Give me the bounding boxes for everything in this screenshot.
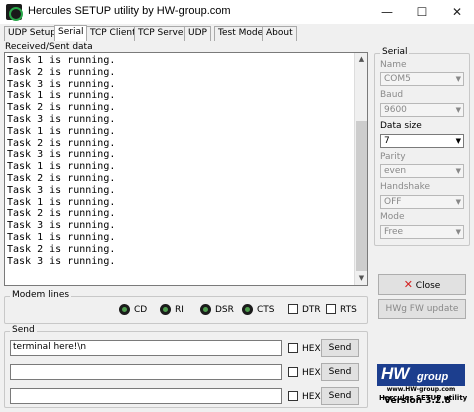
received-data-textarea[interactable]: Task 1 is running. Task 2 is running. Ta… [4,52,368,286]
serial-title: Serial [380,47,410,57]
chevron-down-icon: ▼ [455,106,461,114]
hex-label-3: HEX [302,392,321,402]
handshake-value: OFF [384,197,402,207]
terminal-line: Task 1 is running. [7,161,116,173]
logo-url: www.HW-group.com [386,386,456,393]
tab-serial[interactable]: Serial [54,25,88,41]
close-port-label: Close [415,281,441,291]
dtr-label: DTR [302,305,321,315]
parity-select[interactable]: even ▼ [380,164,464,178]
hex-checkbox-2[interactable] [288,367,298,377]
mode-label: Mode [380,212,405,222]
parity-value: even [384,166,407,176]
send-input-2[interactable] [10,364,282,380]
mode-select[interactable]: Free ▼ [380,225,464,239]
hex-label-2: HEX [302,368,321,378]
tab-udp[interactable]: UDP [184,26,211,41]
vertical-scrollbar[interactable]: ▲ ▼ [354,53,367,285]
window-title: Hercules SETUP utility by HW-group.com [28,5,231,17]
scrollbar-thumb[interactable] [356,121,367,271]
terminal-line: Task 1 is running. [7,125,116,137]
baud-value: 9600 [384,105,407,115]
scroll-down-arrow-icon[interactable]: ▼ [355,272,368,285]
close-window-button[interactable]: ✕ [440,0,474,24]
terminal-line: Task 3 is running. [7,184,116,196]
dtr-checkbox[interactable] [288,304,298,314]
data-size-label: Data size [380,121,422,131]
hex-checkbox-3[interactable] [288,391,298,401]
terminal-line: Task 3 is running. [7,220,116,232]
send-button-1[interactable]: Send [321,339,359,357]
terminal-line: Task 1 is running. [7,196,116,208]
tab-tcp-client[interactable]: TCP Client [86,26,140,41]
baud-label: Baud [380,90,404,100]
tab-test-mode[interactable]: Test Mode [214,26,268,41]
tab-udp-setup[interactable]: UDP Setup [4,26,61,41]
logo-banner: HW group [377,364,465,386]
logo-hw-text: HW [381,364,410,383]
logo-group-text: group [417,371,449,383]
data-size-select[interactable]: 7 ▼ [380,134,464,148]
terminal-line: Task 2 is running. [7,137,116,149]
terminal-line: Task 3 is running. [7,113,116,125]
mode-value: Free [384,227,404,237]
terminal-line: Task 1 is running. [7,55,116,66]
received-data-lines: Task 1 is running. Task 2 is running. Ta… [7,55,115,267]
dsr-led-icon [200,304,211,315]
dsr-label: DSR [215,305,234,315]
terminal-line: Task 2 is running. [7,172,116,184]
version-label: Version 3.2.8 [384,396,451,406]
terminal-line: Task 2 is running. [7,243,116,255]
hercules-app-icon [6,4,23,21]
cts-label: CTS [257,305,275,315]
close-x-icon: ✕ [403,278,413,291]
terminal-line: Task 1 is running. [7,90,116,102]
chevron-down-icon: ▼ [455,75,461,83]
minimize-button[interactable]: — [370,0,404,24]
send-input-3[interactable] [10,388,282,404]
chevron-down-icon: ▼ [455,198,461,206]
modem-lines-title: Modem lines [10,290,72,300]
tab-tcp-server[interactable]: TCP Server [134,26,192,41]
rts-checkbox[interactable] [326,304,336,314]
tab-about[interactable]: About [262,26,297,41]
hex-label-1: HEX [302,344,321,354]
send-title: Send [10,325,37,335]
handshake-label: Handshake [380,182,431,192]
hex-checkbox-1[interactable] [288,343,298,353]
parity-label: Parity [380,152,406,162]
title-bar: Hercules SETUP utility by HW-group.com —… [0,0,474,24]
data-size-value: 7 [384,136,390,146]
cd-label: CD [134,305,148,315]
rts-label: RTS [340,305,357,315]
port-name-value: COM5 [384,74,411,84]
chevron-down-icon: ▼ [455,167,461,175]
cd-led-icon [119,304,130,315]
ri-label: RI [175,305,184,315]
send-input-1[interactable]: terminal here!\n [10,340,282,356]
terminal-line: Task 2 is running. [7,66,116,78]
chevron-down-icon: ▼ [455,228,461,236]
cts-led-icon [242,304,253,315]
terminal-line: Task 2 is running. [7,208,116,220]
maximize-button[interactable]: ☐ [405,0,439,24]
received-data-label: Received/Sent data [5,42,93,52]
send-button-3[interactable]: Send [321,387,359,405]
send-button-2[interactable]: Send [321,363,359,381]
terminal-line: Task 1 is running. [7,231,116,243]
scroll-up-arrow-icon[interactable]: ▲ [355,53,368,66]
name-label: Name [380,60,407,70]
terminal-line: Task 3 is running. [7,149,116,161]
terminal-line: Task 3 is running. [7,78,116,90]
port-name-select[interactable]: COM5 ▼ [380,72,464,86]
handshake-select[interactable]: OFF ▼ [380,195,464,209]
terminal-line: Task 2 is running. [7,102,116,114]
terminal-line: Task 3 is running. [7,255,116,267]
chevron-down-icon: ▼ [455,137,461,145]
close-port-button[interactable]: ✕ Close [378,274,466,295]
baud-select[interactable]: 9600 ▼ [380,103,464,117]
hwg-fw-update-button[interactable]: HWg FW update [378,299,466,319]
ri-led-icon [160,304,171,315]
